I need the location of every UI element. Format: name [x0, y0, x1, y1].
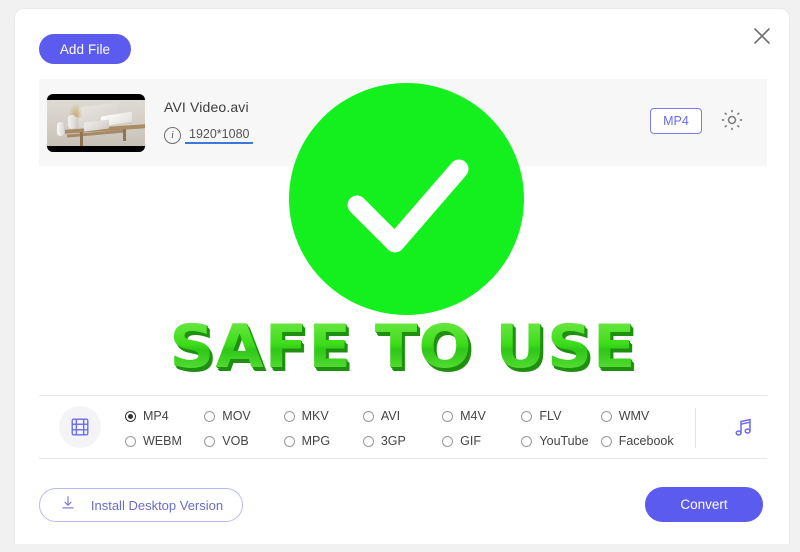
film-strip-icon[interactable] [59, 406, 101, 448]
format-label: WMV [618, 409, 650, 423]
format-option-m4v[interactable]: M4V [442, 409, 521, 423]
radio-vob[interactable] [204, 435, 216, 447]
radio-webm[interactable] [125, 435, 136, 447]
format-option-gif[interactable]: GIF [442, 434, 521, 448]
format-label: FLV [539, 409, 562, 423]
format-label: GIF [460, 434, 481, 448]
file-metadata: AVI Video.avi i 1920*1080 [164, 99, 254, 144]
format-label: M4V [460, 409, 486, 423]
format-option-wmv[interactable]: WMV [600, 409, 680, 423]
download-icon [59, 494, 77, 517]
format-label: YouTube [539, 434, 589, 448]
radio-3gp[interactable] [362, 435, 374, 447]
radio-mov[interactable] [204, 410, 216, 422]
install-button-label: Install Desktop Version [90, 497, 224, 513]
format-option-mpg[interactable]: MPG [283, 434, 363, 448]
file-list-row[interactable]: AVI Video.avi i 1920*1080 MP4 [39, 79, 767, 166]
thumbnail-image [47, 100, 145, 146]
format-option-facebook[interactable]: Facebook [600, 434, 680, 448]
file-name: AVI Video.avi [164, 99, 249, 115]
add-file-button[interactable]: Add File [39, 34, 131, 64]
window-card: Add File AVI Video.avi i 1920*1080 MP4 S… [14, 8, 790, 544]
radio-m4v[interactable] [442, 410, 454, 422]
safe-to-use-text: SAFE TO USE [15, 317, 789, 377]
convert-button[interactable]: Convert [645, 487, 763, 522]
music-note-icon[interactable] [725, 408, 763, 446]
file-resolution-row: i 1920*1080 [164, 127, 254, 144]
format-option-mov[interactable]: MOV [204, 409, 283, 423]
format-label: MKV [301, 409, 329, 423]
radio-avi[interactable] [362, 410, 374, 422]
output-format-chip[interactable]: MP4 [650, 108, 702, 134]
format-option-avi[interactable]: AVI [362, 409, 442, 423]
format-label: MP4 [143, 409, 169, 423]
panel-divider [695, 408, 696, 448]
format-option-flv[interactable]: FLV [521, 409, 600, 423]
info-icon[interactable]: i [164, 127, 181, 144]
file-resolution[interactable]: 1920*1080 [185, 127, 254, 144]
radio-facebook[interactable] [600, 435, 612, 447]
format-option-vob[interactable]: VOB [204, 434, 283, 448]
format-option-webm[interactable]: WEBM [125, 434, 204, 448]
format-options-grid: MP4 MOV MKV AVI M4V FLV WMV WEBM VOB MPG 3GP GIF You… [125, 405, 680, 452]
format-label: MOV [222, 409, 251, 423]
format-selector-panel: MP4 MOV MKV AVI M4V FLV WMV WEBM VOB MPG 3GP GIF You… [39, 395, 767, 459]
format-label: WEBM [143, 434, 182, 448]
install-desktop-version-button[interactable]: Install Desktop Version [39, 488, 243, 522]
format-label: 3GP [380, 434, 406, 448]
format-label: AVI [380, 409, 401, 423]
close-icon[interactable] [745, 19, 779, 53]
format-label: VOB [222, 434, 249, 448]
video-thumbnail [47, 94, 145, 152]
radio-mpg[interactable] [283, 435, 295, 447]
format-label: MPG [301, 434, 331, 448]
format-option-mp4[interactable]: MP4 [125, 409, 204, 423]
radio-youtube[interactable] [521, 435, 533, 447]
gear-icon[interactable] [719, 107, 745, 133]
format-option-3gp[interactable]: 3GP [362, 434, 442, 448]
radio-mp4[interactable] [125, 410, 136, 422]
format-option-mkv[interactable]: MKV [283, 409, 363, 423]
radio-gif[interactable] [442, 435, 454, 447]
radio-flv[interactable] [521, 410, 533, 422]
format-option-youtube[interactable]: YouTube [521, 434, 600, 448]
application-window: Add File AVI Video.avi i 1920*1080 MP4 S… [0, 0, 800, 552]
radio-mkv[interactable] [283, 410, 295, 422]
radio-wmv[interactable] [600, 410, 612, 422]
format-label: Facebook [618, 434, 674, 448]
